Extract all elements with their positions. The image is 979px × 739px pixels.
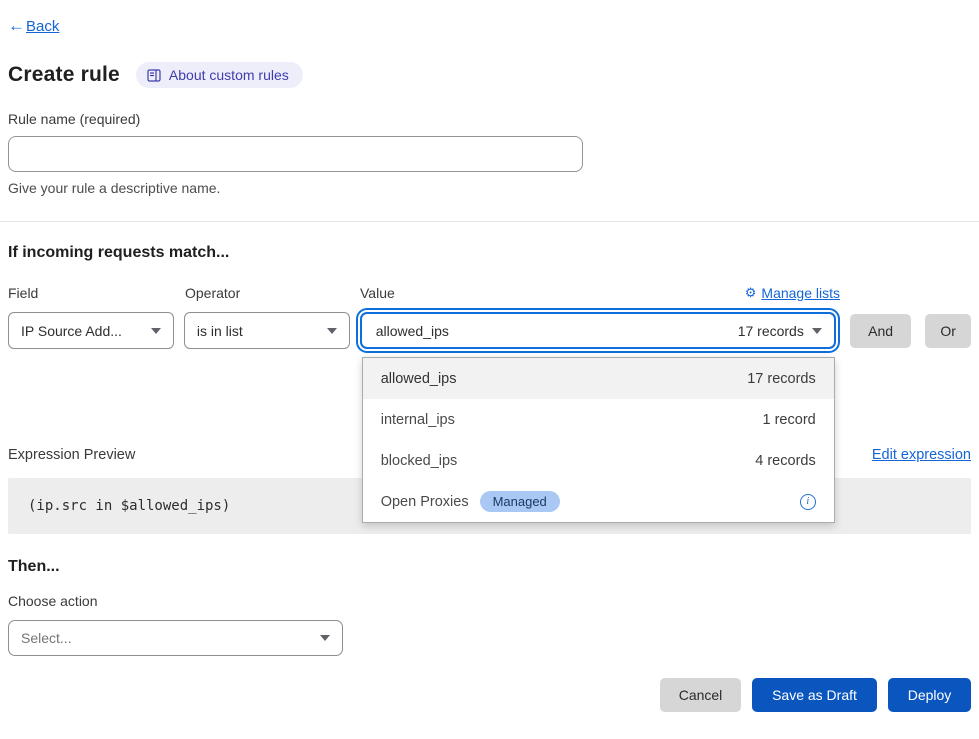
manage-lists-link[interactable]: ⚙ Manage lists: [745, 285, 840, 301]
about-custom-rules-label: About custom rules: [169, 67, 289, 83]
option-name: Open Proxies: [381, 494, 469, 510]
value-combobox[interactable]: allowed_ips 17 records: [360, 312, 836, 349]
section-divider: [0, 221, 979, 222]
dropdown-option-allowed-ips[interactable]: allowed_ips 17 records: [363, 358, 834, 399]
field-select-value: IP Source Add...: [21, 323, 122, 339]
option-name: internal_ips: [381, 412, 455, 428]
then-section-heading: Then...: [8, 558, 971, 576]
choose-action-label: Choose action: [8, 593, 971, 609]
operator-select[interactable]: is in list: [184, 312, 350, 349]
back-arrow-icon: ←: [8, 16, 25, 36]
about-custom-rules-link[interactable]: About custom rules: [136, 62, 303, 88]
option-records: 17 records: [747, 371, 816, 387]
page-title: Create rule: [8, 63, 120, 87]
and-button[interactable]: And: [850, 314, 912, 348]
rule-name-label: Rule name (required): [8, 111, 971, 127]
info-icon[interactable]: i: [800, 494, 816, 510]
book-icon: [147, 69, 161, 82]
deploy-button[interactable]: Deploy: [888, 678, 971, 712]
option-name: blocked_ips: [381, 453, 458, 469]
chevron-down-icon: [327, 328, 337, 334]
back-label: Back: [26, 18, 59, 35]
chevron-down-icon: [812, 328, 822, 334]
value-dropdown-panel: allowed_ips 17 records internal_ips 1 re…: [362, 357, 835, 523]
save-as-draft-button[interactable]: Save as Draft: [752, 678, 877, 712]
dropdown-option-open-proxies[interactable]: Open Proxies Managed i: [363, 481, 834, 522]
value-label-row: Value ⚙ Manage lists: [360, 285, 840, 301]
manage-lists-label: Manage lists: [761, 285, 840, 301]
title-row: Create rule About custom rules: [8, 62, 971, 88]
value-combobox-selected: allowed_ips: [376, 323, 449, 339]
rule-name-helper: Give your rule a descriptive name.: [8, 180, 971, 196]
or-button[interactable]: Or: [925, 314, 971, 348]
operator-select-value: is in list: [197, 323, 243, 339]
edit-expression-link[interactable]: Edit expression: [872, 447, 971, 463]
action-select-placeholder: Select...: [21, 630, 72, 646]
create-rule-page: ←Back Create rule About custom rules Rul…: [0, 0, 979, 739]
gear-icon: ⚙: [745, 285, 757, 301]
dropdown-option-internal-ips[interactable]: internal_ips 1 record: [363, 399, 834, 440]
option-name-group: Open Proxies Managed: [381, 491, 560, 512]
footer-actions: Cancel Save as Draft Deploy: [8, 678, 971, 712]
option-records: 1 record: [763, 412, 816, 428]
operator-label: Operator: [185, 285, 352, 301]
value-combobox-wrap: allowed_ips 17 records allowed_ips 17 re…: [360, 312, 836, 349]
value-combobox-right: 17 records: [738, 323, 822, 339]
action-select[interactable]: Select...: [8, 620, 343, 656]
field-label: Field: [8, 285, 175, 301]
condition-labels-row: Field Operator Value ⚙ Manage lists: [8, 285, 971, 301]
back-link[interactable]: ←Back: [8, 16, 59, 36]
field-select[interactable]: IP Source Add...: [8, 312, 174, 349]
expression-preview-label: Expression Preview: [8, 447, 135, 463]
rule-name-input[interactable]: [8, 136, 583, 172]
dropdown-option-blocked-ips[interactable]: blocked_ips 4 records: [363, 440, 834, 481]
option-records: 4 records: [755, 453, 815, 469]
value-combobox-records: 17 records: [738, 323, 804, 339]
chevron-down-icon: [151, 328, 161, 334]
value-label: Value: [360, 285, 395, 301]
back-row: ←Back: [8, 0, 971, 36]
option-name: allowed_ips: [381, 371, 457, 387]
match-section-heading: If incoming requests match...: [8, 244, 971, 262]
managed-badge: Managed: [480, 491, 560, 512]
condition-controls-row: IP Source Add... is in list allowed_ips …: [8, 312, 971, 349]
cancel-button[interactable]: Cancel: [660, 678, 741, 712]
chevron-down-icon: [320, 635, 330, 641]
